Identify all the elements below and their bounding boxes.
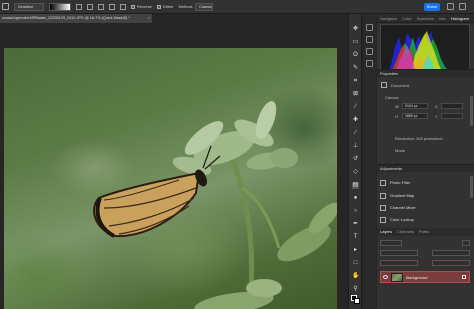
tab-channels[interactable]: Channels	[397, 228, 414, 236]
layers-panel-tabs: Layers Channels Paths	[377, 228, 474, 236]
opacity-field[interactable]	[432, 250, 470, 256]
tab-paths[interactable]: Paths	[419, 228, 429, 236]
layer-name[interactable]: Background	[406, 275, 459, 280]
width-label: W	[395, 104, 399, 109]
gradient-preview[interactable]	[49, 2, 71, 11]
collapsed-panel-icons	[364, 14, 376, 309]
adjustments-scrollbar[interactable]	[470, 176, 473, 198]
tab-navigator[interactable]: Navigator	[380, 16, 397, 21]
document-tab-bar: ovolanAgencies\NPBtatan_20230129_0112.JP…	[0, 14, 346, 23]
background-color-swatch[interactable]	[354, 298, 360, 304]
fill-field[interactable]	[432, 260, 470, 266]
gradient-map-icon	[380, 192, 386, 199]
zoom-tool-icon[interactable]: ⚲	[352, 286, 359, 293]
share-button[interactable]: Share	[424, 3, 440, 11]
history-panel-icon[interactable]	[366, 48, 373, 55]
eraser-tool-icon[interactable]: ◇	[352, 169, 359, 176]
hand-tool-icon[interactable]: ✋	[352, 273, 359, 280]
dodge-tool-icon[interactable]: ○	[352, 208, 359, 215]
properties-scrollbar[interactable]	[470, 96, 473, 126]
adjustment-color-lookup[interactable]: Color Lookup	[380, 215, 414, 224]
x-label: X	[435, 104, 438, 109]
eyedropper-tool-icon[interactable]: ⁄	[352, 104, 359, 111]
mode-label: Mode	[395, 148, 406, 153]
tab-info[interactable]: Info	[439, 16, 446, 21]
lock-icon[interactable]	[462, 275, 466, 279]
workspace-icon[interactable]	[459, 3, 466, 10]
tab-layers[interactable]: Layers	[380, 228, 392, 236]
layer-filter-toggle[interactable]	[462, 240, 470, 246]
photo-illustration	[93, 101, 337, 309]
butterfly-photo[interactable]	[4, 48, 337, 309]
lasso-tool-icon[interactable]: ʘ	[352, 52, 359, 59]
close-tab-icon[interactable]: ×	[148, 14, 150, 23]
tab-swatches[interactable]: Swatches	[417, 16, 434, 21]
color-lookup-icon	[380, 216, 386, 223]
document-tab[interactable]: ovolanAgencies\NPBtatan_20230129_0112.JP…	[0, 14, 152, 23]
adjustment-photo-filter[interactable]: Photo Filter	[380, 178, 410, 187]
properties-panel-icon[interactable]	[366, 60, 373, 67]
height-label: H	[395, 114, 398, 119]
lock-options[interactable]	[380, 260, 418, 266]
options-bar: Gradient Reverse Dither Method: Classic	[0, 0, 474, 14]
adjustments-header[interactable]: Adjustments	[377, 164, 474, 172]
reflected-gradient-icon[interactable]	[109, 3, 115, 10]
clone-stamp-icon[interactable]: ⊥	[352, 143, 359, 150]
rectangle-tool-icon[interactable]: □	[352, 260, 359, 267]
gradient-tool-icon[interactable]	[2, 3, 9, 10]
tools-panel: ✥ ▭ ʘ ✎ ⌗ ⊠ ⁄ ✚ ∕ ⊥ ↺ ◇ ▤ ● ○ ✒ T ▸ □ ✋ …	[348, 14, 362, 309]
layer-kind-filter[interactable]	[380, 240, 402, 246]
brush-settings-icon[interactable]	[366, 36, 373, 43]
y-field[interactable]	[441, 113, 463, 119]
tab-color[interactable]: Color	[402, 16, 412, 21]
right-panels: Navigator Color Swatches Info Histogram …	[377, 14, 474, 309]
layer-thumbnail	[391, 272, 403, 282]
search-icon[interactable]	[447, 3, 454, 10]
frame-tool-icon[interactable]: ⊠	[352, 91, 359, 98]
resolution-text: Resolution: 300 pixels/inch	[395, 136, 443, 141]
blend-mode-select[interactable]	[380, 250, 418, 256]
dither-checkbox[interactable]: Dither	[156, 4, 174, 9]
artboard-tool-icon[interactable]: ▭	[352, 39, 359, 46]
history-brush-icon[interactable]: ↺	[352, 156, 359, 163]
canvas-area[interactable]	[0, 23, 346, 309]
adjustment-gradient-map[interactable]: Gradient Map	[380, 191, 414, 200]
tool-preset-dropdown[interactable]: Gradient	[14, 2, 44, 11]
x-field[interactable]	[441, 103, 463, 109]
crop-tool-icon[interactable]: ⌗	[352, 78, 359, 85]
type-tool-icon[interactable]: T	[352, 234, 359, 241]
photo-filter-icon	[380, 179, 386, 186]
properties-subtitle: Document	[391, 83, 410, 88]
visibility-eye-icon[interactable]	[383, 275, 388, 279]
radial-gradient-icon[interactable]	[87, 3, 93, 10]
properties-header[interactable]: Properties	[377, 69, 474, 77]
pen-tool-icon[interactable]: ✒	[352, 221, 359, 228]
histogram-panel-tabs: Navigator Color Swatches Info Histogram	[377, 14, 474, 23]
canvas-section-label[interactable]: Canvas	[385, 95, 399, 100]
brush-tool-icon[interactable]: ∕	[352, 130, 359, 137]
move-tool-icon[interactable]: ✥	[352, 26, 359, 33]
path-select-icon[interactable]: ▸	[352, 247, 359, 254]
play-actions-icon[interactable]	[366, 24, 373, 31]
healing-brush-icon[interactable]: ✚	[352, 117, 359, 124]
tab-histogram[interactable]: Histogram	[451, 16, 469, 21]
layer-background[interactable]: Background	[380, 271, 470, 283]
diamond-gradient-icon[interactable]	[120, 3, 126, 10]
height-field[interactable]: 3888 px	[402, 113, 428, 119]
method-select[interactable]: Method: Classic	[179, 2, 214, 11]
y-label: Y	[435, 114, 438, 119]
linear-gradient-icon[interactable]	[76, 3, 82, 10]
gradient-tool-active-icon[interactable]: ▤	[352, 182, 359, 189]
reverse-checkbox[interactable]: Reverse	[131, 4, 152, 9]
width-field[interactable]: 5184 px	[402, 103, 428, 109]
channel-mixer-icon	[380, 204, 386, 211]
blur-tool-icon[interactable]: ●	[352, 195, 359, 202]
adjustment-channel-mixer[interactable]: Channel Mixer	[380, 203, 416, 212]
angle-gradient-icon[interactable]	[98, 3, 104, 10]
quick-select-tool-icon[interactable]: ✎	[352, 65, 359, 72]
properties-doc-icon	[381, 82, 387, 88]
